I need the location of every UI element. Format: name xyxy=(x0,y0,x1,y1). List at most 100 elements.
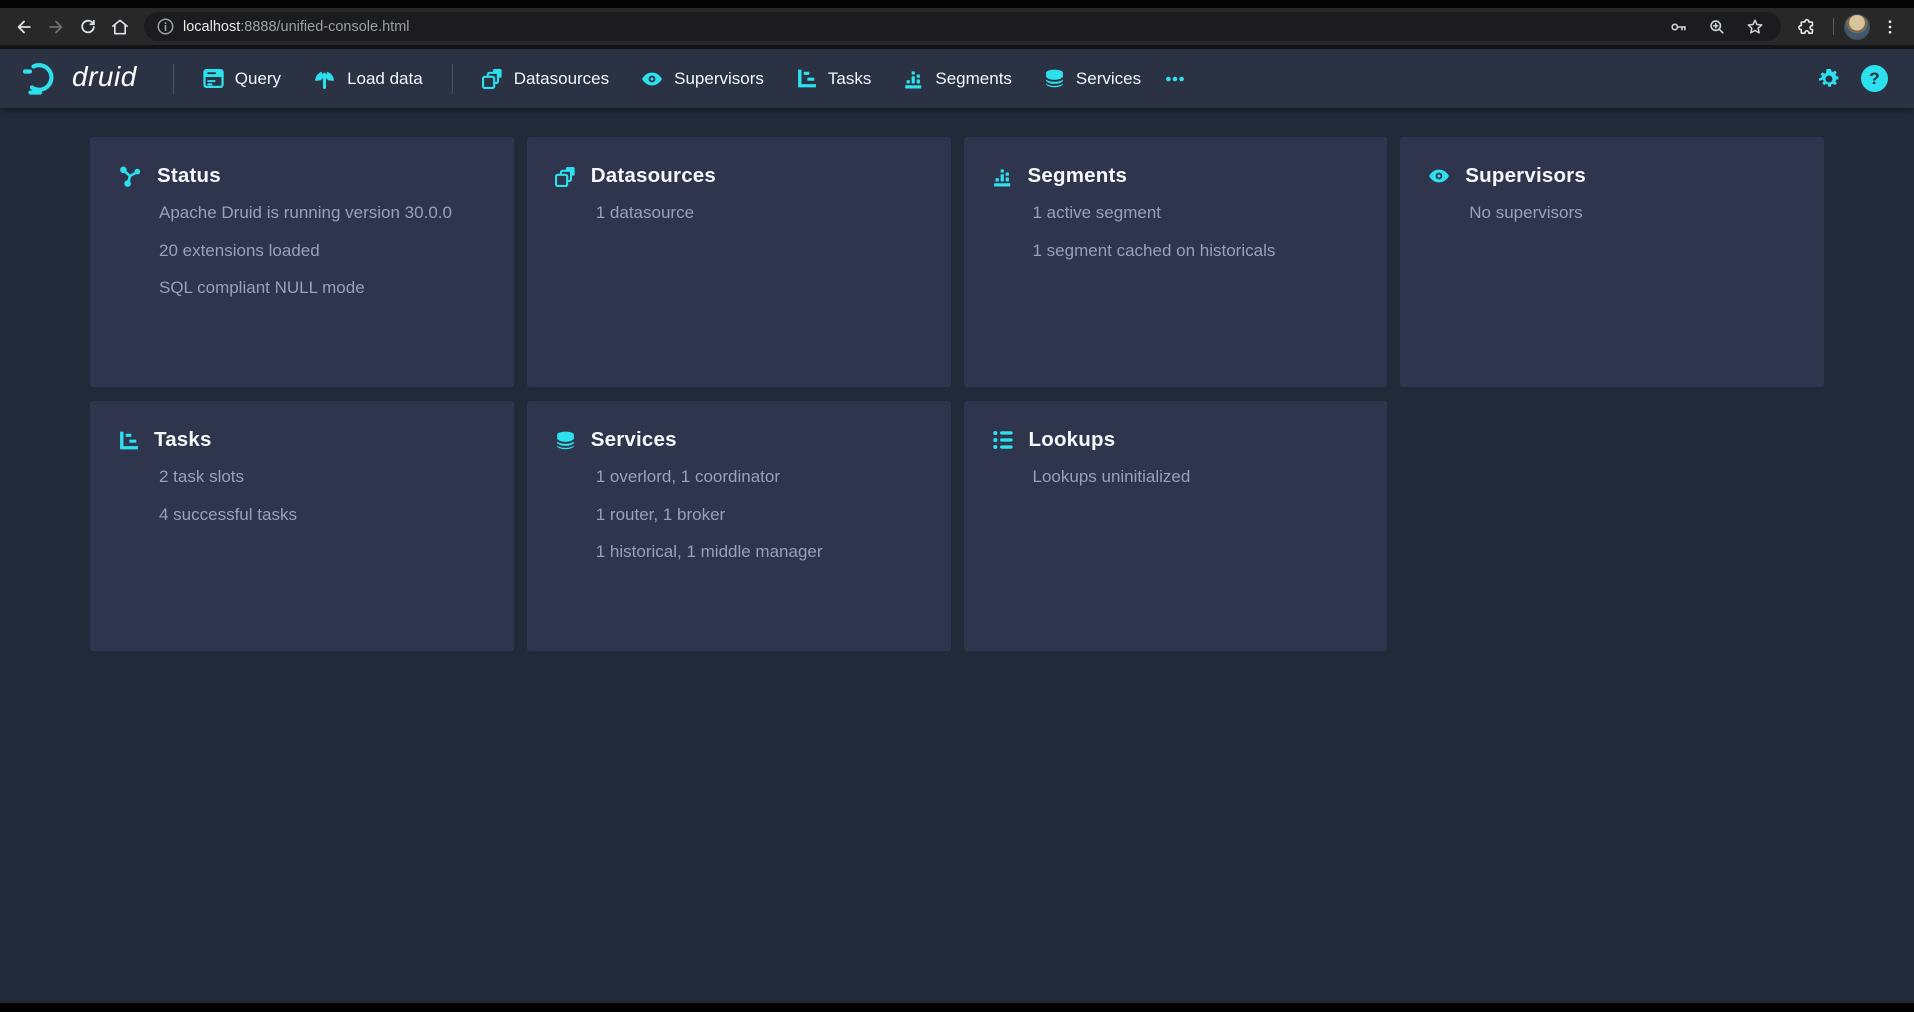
card-datasources[interactable]: Datasources 1 datasource xyxy=(527,137,951,387)
card-header: Segments xyxy=(992,164,1360,188)
card-header: Datasources xyxy=(555,164,923,188)
card-body: No supervisors xyxy=(1469,203,1796,224)
card-line: Apache Druid is running version 30.0.0 xyxy=(159,203,486,224)
gantt-icon xyxy=(118,430,139,451)
upload-icon xyxy=(313,67,336,90)
card-body: 1 active segment 1 segment cached on hist… xyxy=(1033,203,1360,261)
nav-item-datasources[interactable]: Datasources xyxy=(469,59,622,98)
nav-item-supervisors[interactable]: Supervisors xyxy=(628,59,777,99)
card-line: 1 historical, 1 middle manager xyxy=(596,542,923,563)
card-title: Tasks xyxy=(154,428,212,452)
nav-item-segments[interactable]: Segments xyxy=(890,59,1025,98)
card-line: 4 successful tasks xyxy=(159,505,486,526)
nav-item-label: Tasks xyxy=(828,69,871,89)
url-text[interactable]: localhost:8888/unified-console.html xyxy=(183,19,1663,35)
card-header: Lookups xyxy=(992,428,1360,452)
extensions-icon[interactable] xyxy=(1791,12,1823,42)
navbar-divider xyxy=(452,64,453,94)
card-title: Supervisors xyxy=(1465,164,1586,188)
nav-item-label: Query xyxy=(235,69,281,89)
gantt-icon xyxy=(796,68,817,89)
datasources-icon xyxy=(555,166,576,187)
gear-icon[interactable] xyxy=(1817,67,1841,91)
navbar-section-group: Datasources Supervisors Tasks Segments Servi… xyxy=(469,59,1154,99)
eye-icon xyxy=(641,68,663,90)
window-frame-bottom xyxy=(0,1003,1914,1012)
card-line: Lookups uninitialized xyxy=(1033,467,1360,488)
more-icon[interactable] xyxy=(1154,59,1196,99)
eye-icon xyxy=(1428,165,1450,187)
nav-item-label: Datasources xyxy=(514,69,609,89)
nav-item-label: Services xyxy=(1076,69,1141,89)
navbar-primary-group: Query Load data xyxy=(190,58,436,99)
url-host: localhost xyxy=(183,19,240,35)
card-header: Services xyxy=(555,428,923,452)
card-supervisors[interactable]: Supervisors No supervisors xyxy=(1400,137,1824,387)
database-icon xyxy=(1044,68,1065,89)
window-frame-top xyxy=(0,0,1914,8)
navbar-divider xyxy=(173,64,174,94)
password-key-icon[interactable] xyxy=(1663,12,1695,42)
card-header: Tasks xyxy=(118,428,486,452)
browser-toolbar: localhost:8888/unified-console.html xyxy=(0,8,1914,45)
card-lookups[interactable]: Lookups Lookups uninitialized xyxy=(964,401,1388,651)
back-icon[interactable] xyxy=(8,12,40,42)
nav-item-tasks[interactable]: Tasks xyxy=(783,59,884,98)
card-title: Status xyxy=(157,164,221,188)
forward-icon xyxy=(40,12,72,42)
query-icon xyxy=(203,68,224,89)
card-title: Lookups xyxy=(1029,428,1116,452)
card-title: Segments xyxy=(1028,164,1128,188)
card-body: Apache Druid is running version 30.0.0 20… xyxy=(159,203,486,299)
card-status[interactable]: Status Apache Druid is running version 30… xyxy=(90,137,514,387)
card-body: 1 overlord, 1 coordinator 1 router, 1 bro… xyxy=(596,467,923,563)
graph-icon xyxy=(118,164,142,188)
card-title: Services xyxy=(591,428,677,452)
nav-item-label: Load data xyxy=(347,69,423,89)
menu-icon[interactable] xyxy=(1874,12,1906,42)
toolbar-separator xyxy=(1833,18,1834,35)
home-icon[interactable] xyxy=(104,12,136,42)
card-line: SQL compliant NULL mode xyxy=(159,278,486,299)
card-line: 1 router, 1 broker xyxy=(596,505,923,526)
zoom-icon[interactable] xyxy=(1701,12,1733,42)
nav-item-label: Segments xyxy=(935,69,1012,89)
druid-logo[interactable]: druid xyxy=(22,62,137,95)
url-bar[interactable]: localhost:8888/unified-console.html xyxy=(144,12,1781,41)
nav-item-services[interactable]: Services xyxy=(1031,59,1154,98)
properties-icon xyxy=(992,429,1014,451)
card-line: 1 datasource xyxy=(596,203,923,224)
card-line: 2 task slots xyxy=(159,467,486,488)
card-line: No supervisors xyxy=(1469,203,1796,224)
cards-grid: Status Apache Druid is running version 30… xyxy=(90,137,1824,651)
segments-icon xyxy=(903,68,924,89)
card-line: 1 active segment xyxy=(1033,203,1360,224)
card-segments[interactable]: Segments 1 active segment 1 segment cached… xyxy=(964,137,1388,387)
card-line: 1 overlord, 1 coordinator xyxy=(596,467,923,488)
card-header: Status xyxy=(118,164,486,188)
bookmark-star-icon[interactable] xyxy=(1739,12,1771,42)
home-view: Status Apache Druid is running version 30… xyxy=(0,108,1914,1003)
druid-navbar: druid Query Load data Datasources Supervis… xyxy=(0,49,1914,108)
nav-item-load-data[interactable]: Load data xyxy=(300,58,436,99)
reload-icon[interactable] xyxy=(72,12,104,42)
help-button[interactable]: ? xyxy=(1861,65,1888,92)
card-line: 1 segment cached on historicals xyxy=(1033,241,1360,262)
site-info-icon[interactable] xyxy=(156,17,175,36)
druid-logo-icon xyxy=(22,62,62,95)
segments-icon xyxy=(992,166,1013,187)
datasources-icon xyxy=(482,68,503,89)
card-tasks[interactable]: Tasks 2 task slots 4 successful tasks xyxy=(90,401,514,651)
profile-avatar[interactable] xyxy=(1844,14,1870,40)
nav-item-query[interactable]: Query xyxy=(190,59,294,98)
card-line: 20 extensions loaded xyxy=(159,241,486,262)
url-path: :8888/unified-console.html xyxy=(240,19,409,35)
card-body: Lookups uninitialized xyxy=(1033,467,1360,488)
card-body: 1 datasource xyxy=(596,203,923,224)
card-body: 2 task slots 4 successful tasks xyxy=(159,467,486,525)
brand-name: druid xyxy=(72,61,137,93)
card-header: Supervisors xyxy=(1428,164,1796,188)
card-services[interactable]: Services 1 overlord, 1 coordinator 1 route… xyxy=(527,401,951,651)
card-title: Datasources xyxy=(591,164,716,188)
database-icon xyxy=(555,430,576,451)
